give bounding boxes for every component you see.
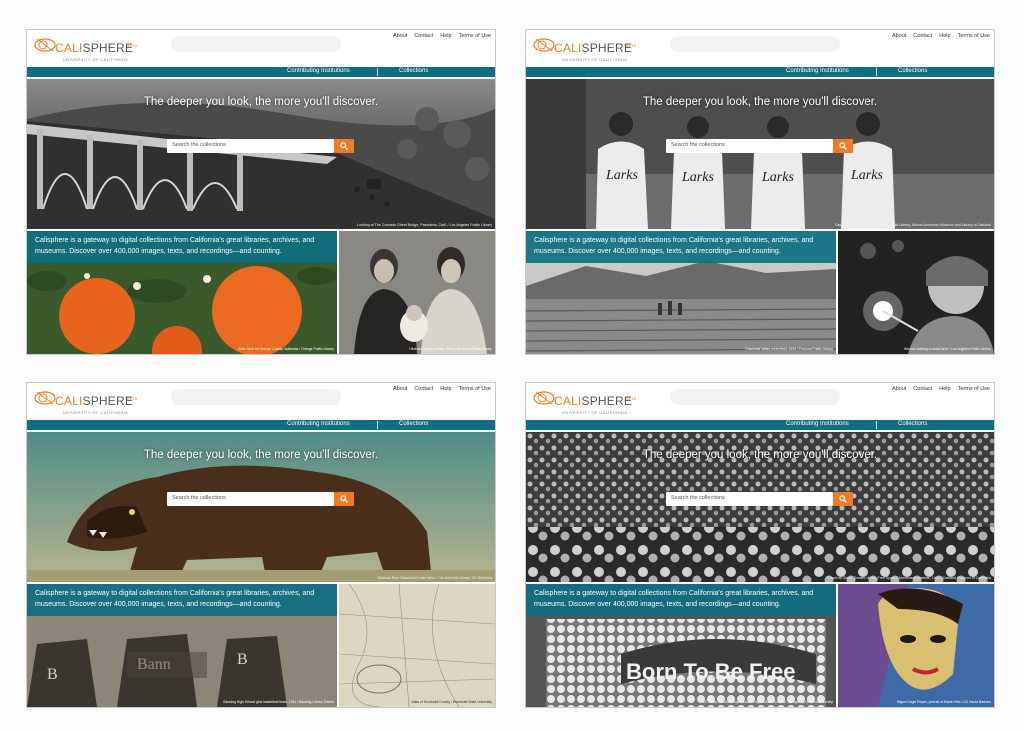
search-button[interactable] <box>334 139 354 153</box>
header-placeholder-bar <box>670 389 840 405</box>
calisphere-logo[interactable]: CALISPHERE BETA UNIVERSITY OF CALIFORNIA <box>33 35 163 63</box>
svg-text:Larks: Larks <box>605 168 638 183</box>
hero-tagline: The deeper you look, the more you'll dis… <box>642 449 878 461</box>
featured-image-right[interactable]: Atlas of Humboldt County / Humboldt Stat… <box>339 584 495 707</box>
gateway-text: Calisphere is a gateway to digital colle… <box>27 231 337 263</box>
featured-image-left[interactable]: Calisphere is a gateway to digital colle… <box>526 231 836 354</box>
featured-image-left[interactable]: BannBB Calisphere is a gateway to digita… <box>27 584 337 707</box>
right-caption[interactable]: Atlas of Humboldt County / Humboldt Stat… <box>412 700 492 704</box>
screenshot-2: CALISPHERE BETA UNIVERSITY OF CALIFORNIA… <box>525 29 995 355</box>
left-caption[interactable]: Banning High School girls basketball tea… <box>223 700 334 704</box>
top-links: About Contact Help Terms of Use <box>393 386 491 392</box>
header-placeholder-bar <box>171 36 341 52</box>
help-link[interactable]: Help <box>939 33 950 39</box>
calisphere-logo-icon <box>34 38 56 52</box>
screenshot-1: CALISPHERE BETA UNIVERSITY OF CALIFORNIA… <box>26 29 496 355</box>
header-placeholder-bar <box>670 36 840 52</box>
about-link[interactable]: About <box>393 33 407 39</box>
search-input[interactable]: Search the collections <box>666 492 833 506</box>
hero-tagline: The deeper you look, the more you'll dis… <box>143 96 379 108</box>
nav-collections[interactable]: Collections <box>898 421 927 427</box>
featured-image-right[interactable]: Woman holding a metal torch / Los Angele… <box>838 231 994 354</box>
screenshot-3: CALISPHERE BETA UNIVERSITY OF CALIFORNIA… <box>26 382 496 708</box>
search-button[interactable] <box>833 139 853 153</box>
gateway-text: Calisphere is a gateway to digital colle… <box>27 584 337 616</box>
calisphere-logo[interactable]: CALISPHERE BETA UNIVERSITY OF CALIFORNIA <box>33 388 163 416</box>
terms-link[interactable]: Terms of Use <box>459 33 491 39</box>
help-link[interactable]: Help <box>440 33 451 39</box>
left-caption[interactable]: 1977 Gay Freedom Day Parade / Gay Lesbia… <box>702 700 833 704</box>
hero-image: The deeper you look, the more you'll dis… <box>27 432 495 582</box>
terms-link[interactable]: Terms of Use <box>958 33 990 39</box>
main-nav: Contributing Institutions Collections <box>526 420 994 430</box>
search-icon <box>839 142 847 150</box>
hero-image: Larks Larks Larks Larks The deeper you look… <box>526 79 994 229</box>
main-nav: Contributing Institutions Collections <box>27 67 495 77</box>
hero-credit[interactable]: Oakland Larks Players / Oakland Public L… <box>835 223 991 227</box>
svg-text:Born To Be Free: Born To Be Free <box>626 659 796 684</box>
svg-text:B: B <box>47 666 58 683</box>
top-links: About Contact Help Terms of Use <box>892 386 990 392</box>
nav-contributing-institutions[interactable]: Contributing Institutions <box>786 68 849 74</box>
calisphere-logo[interactable]: CALISPHERE BETA UNIVERSITY OF CALIFORNIA <box>532 388 662 416</box>
hero-tagline: The deeper you look, the more you'll dis… <box>143 449 379 461</box>
calisphere-logo-icon <box>34 391 56 405</box>
screenshot-4: CALISPHERE BETA UNIVERSITY OF CALIFORNIA… <box>525 382 995 708</box>
left-caption[interactable]: Crate label for Orange County Valencias … <box>238 347 334 351</box>
nav-contributing-institutions[interactable]: Contributing Institutions <box>287 421 350 427</box>
header-placeholder-bar <box>171 389 341 405</box>
nav-collections[interactable]: Collections <box>898 68 927 74</box>
right-caption[interactable]: Hirohata family portrait, 1920s / Anahei… <box>409 347 492 351</box>
right-caption[interactable]: Woman holding a metal torch / Los Angele… <box>904 347 991 351</box>
search-button[interactable] <box>833 492 853 506</box>
main-nav: Contributing Institutions Collections <box>27 420 495 430</box>
featured-image-right[interactable]: Miguel Angel Reyes, portrait of Maria Fe… <box>838 584 994 707</box>
contact-link[interactable]: Contact <box>414 33 433 39</box>
gateway-text: Calisphere is a gateway to digital colle… <box>526 584 836 616</box>
contact-link[interactable]: Contact <box>913 386 932 392</box>
search-input[interactable]: Search the collections <box>167 139 334 153</box>
help-link[interactable]: Help <box>440 386 451 392</box>
about-link[interactable]: About <box>393 386 407 392</box>
calisphere-logo[interactable]: CALISPHERE BETA UNIVERSITY OF CALIFORNIA <box>532 35 662 63</box>
hero-credit[interactable]: Crowd at Greek Theater during Free Speec… <box>827 576 991 580</box>
main-nav: Contributing Institutions Collections <box>526 67 994 77</box>
search-icon <box>340 142 348 150</box>
svg-text:Larks: Larks <box>850 168 883 183</box>
terms-link[interactable]: Terms of Use <box>958 386 990 392</box>
help-link[interactable]: Help <box>939 386 950 392</box>
top-links: About Contact Help Terms of Use <box>892 33 990 39</box>
nav-collections[interactable]: Collections <box>399 68 428 74</box>
svg-text:B: B <box>237 651 248 668</box>
left-caption[interactable]: Coachella Valley onion field, 1920 / Pom… <box>745 347 833 351</box>
featured-image-right[interactable]: Hirohata family portrait, 1920s / Anahei… <box>339 231 495 354</box>
right-caption[interactable]: Miguel Angel Reyes, portrait of Maria Fe… <box>897 700 991 704</box>
about-link[interactable]: About <box>892 33 906 39</box>
search-icon <box>340 495 348 503</box>
hero-image: The deeper you look, the more you'll dis… <box>27 79 495 229</box>
gateway-text: Calisphere is a gateway to digital colle… <box>526 231 836 263</box>
terms-link[interactable]: Terms of Use <box>459 386 491 392</box>
contact-link[interactable]: Contact <box>414 386 433 392</box>
calisphere-logo-icon <box>533 391 555 405</box>
hero-credit[interactable]: Nucleus Bear Brand fruit crate label / T… <box>378 576 492 580</box>
featured-image-left[interactable]: Born To Be Free Calisphere is a gateway … <box>526 584 836 707</box>
featured-image-left[interactable]: Calisphere is a gateway to digital colle… <box>27 231 337 354</box>
search-icon <box>839 495 847 503</box>
search-button[interactable] <box>334 492 354 506</box>
svg-text:Larks: Larks <box>681 170 714 185</box>
about-link[interactable]: About <box>892 386 906 392</box>
search-input[interactable]: Search the collections <box>167 492 334 506</box>
contact-link[interactable]: Contact <box>913 33 932 39</box>
search-input[interactable]: Search the collections <box>666 139 833 153</box>
calisphere-logo-icon <box>533 38 555 52</box>
nav-contributing-institutions[interactable]: Contributing Institutions <box>786 421 849 427</box>
nav-contributing-institutions[interactable]: Contributing Institutions <box>287 68 350 74</box>
hero-image: The deeper you look, the more you'll dis… <box>526 432 994 582</box>
nav-collections[interactable]: Collections <box>399 421 428 427</box>
hero-credit[interactable]: Looking at The Colorado Street Bridge, P… <box>357 223 492 227</box>
svg-text:Larks: Larks <box>761 170 794 185</box>
top-links: About Contact Help Terms of Use <box>393 33 491 39</box>
hero-tagline: The deeper you look, the more you'll dis… <box>642 96 878 108</box>
